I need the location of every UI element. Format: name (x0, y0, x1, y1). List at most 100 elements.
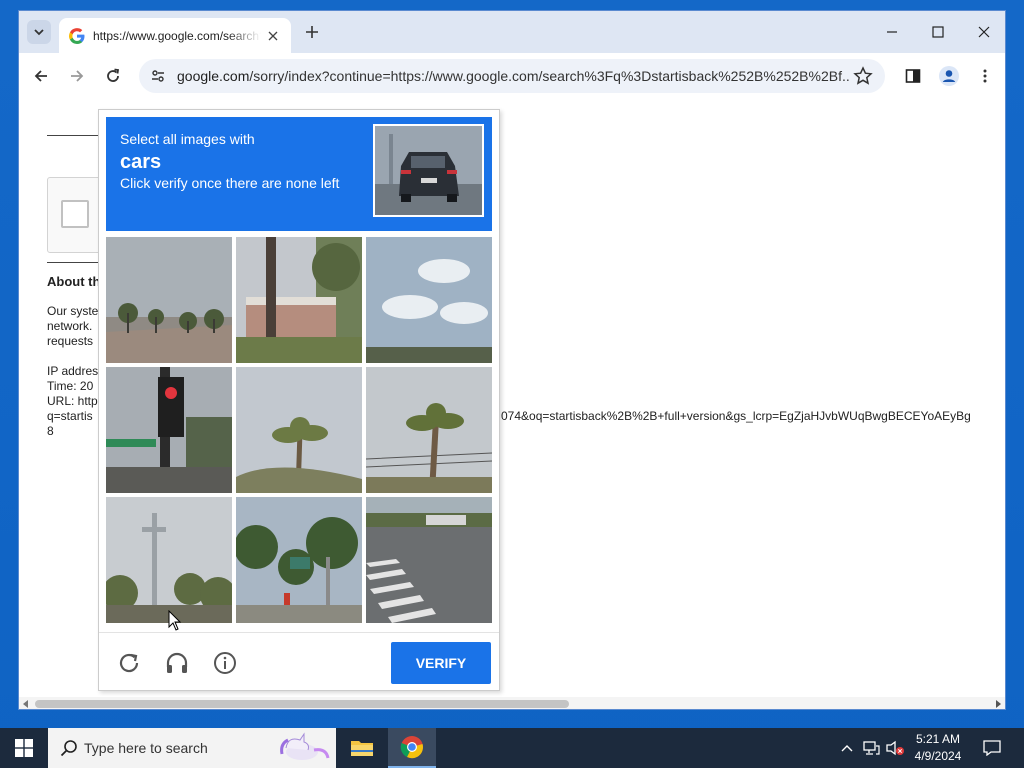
plus-icon (306, 26, 318, 38)
search-icon (60, 740, 77, 757)
arrow-right-icon (71, 70, 84, 82)
browser-toolbar: google.com/sorry/index?continue=https://… (19, 53, 1005, 99)
mouse-cursor-icon (168, 610, 182, 631)
scroll-left-icon[interactable] (22, 700, 30, 708)
maximize-button[interactable] (923, 19, 953, 45)
body-text-line: requests (47, 334, 94, 348)
target-object: cars (120, 151, 162, 173)
start-button[interactable] (0, 728, 48, 768)
image-tile[interactable] (106, 367, 232, 493)
search-placeholder: Type here to search (84, 740, 208, 756)
image-tile[interactable] (366, 497, 492, 623)
recaptcha-challenge: Select all images with cars Click verify… (98, 109, 500, 691)
body-text-line: Our syste (47, 304, 99, 318)
image-tile[interactable] (106, 237, 232, 363)
close-icon (268, 31, 278, 41)
taskbar: Type here to search 5:21 AM 4/9/2024 (0, 728, 1024, 768)
windows-logo-icon (15, 739, 33, 757)
tile-trees-road-sign-image (236, 497, 362, 623)
image-tile[interactable] (106, 497, 232, 623)
url-path: /sorry/index?continue=https://www.google… (249, 68, 849, 84)
tab-search-button[interactable] (27, 20, 51, 44)
clock[interactable]: 5:21 AM 4/9/2024 (908, 731, 968, 765)
image-tile[interactable] (236, 367, 362, 493)
info-icon (214, 652, 236, 674)
reload-icon (107, 68, 120, 82)
close-window-button[interactable] (969, 19, 999, 45)
tile-palm-tree-sky-image (236, 367, 362, 493)
page-viewport: About th Our syste network. requests IP … (19, 99, 1005, 709)
instruction-subtext: Click verify once there are none left (120, 175, 340, 191)
kebab-menu-icon (983, 69, 987, 83)
info-button[interactable] (211, 649, 239, 677)
network-status-button[interactable] (860, 728, 882, 768)
body-text-line: 8 (47, 424, 54, 438)
volume-button[interactable] (884, 728, 906, 768)
notification-icon (983, 740, 1001, 756)
tab-title: https://www.google.com/search?q=startisb… (93, 28, 261, 43)
new-tab-button[interactable] (301, 21, 323, 43)
query-line: q=startis (47, 409, 93, 423)
challenge-footer: VERIFY (99, 632, 499, 692)
back-button[interactable] (29, 64, 53, 88)
tile-pole-and-building-image (236, 237, 362, 363)
notification-center-button[interactable] (978, 728, 1006, 768)
url-text: google.com/sorry/index?continue=https://… (177, 68, 849, 84)
image-tile[interactable] (366, 237, 492, 363)
reload-challenge-button[interactable] (115, 649, 143, 677)
time-line: Time: 20 (47, 379, 94, 393)
scrollbar-thumb[interactable] (35, 700, 569, 708)
image-tile[interactable] (236, 237, 362, 363)
refresh-icon (119, 653, 139, 673)
tab-close-button[interactable] (265, 28, 281, 44)
show-hidden-icons-button[interactable] (838, 728, 856, 768)
image-grid (106, 237, 492, 623)
instruction-text: Select all images with (120, 131, 255, 147)
browser-tab[interactable]: https://www.google.com/search?q=startisb… (59, 18, 291, 53)
clock-time: 5:21 AM (915, 732, 961, 746)
profile-button[interactable] (937, 64, 961, 88)
bookmark-star-icon[interactable] (853, 66, 873, 86)
audio-challenge-button[interactable] (163, 649, 191, 677)
google-favicon-icon (69, 27, 85, 44)
tile-crosswalk-image (366, 497, 492, 623)
menu-button[interactable] (973, 64, 997, 88)
horizontal-scrollbar[interactable] (19, 697, 1005, 709)
tab-strip: https://www.google.com/search?q=startisb… (19, 11, 1005, 53)
image-tile[interactable] (236, 497, 362, 623)
ip-address-line: IP addres (47, 364, 99, 378)
tile-palm-tree-wires-image (366, 367, 492, 493)
forward-button[interactable] (65, 64, 89, 88)
browser-window: https://www.google.com/search?q=startisb… (18, 10, 1006, 710)
car-rear-image (375, 126, 482, 215)
address-bar[interactable]: google.com/sorry/index?continue=https://… (139, 59, 885, 93)
speaker-muted-icon (886, 740, 904, 756)
headphones-icon (166, 652, 188, 673)
chevron-up-icon (841, 745, 853, 752)
tile-street-pole-trees-image (106, 497, 232, 623)
unicorn-highlight-icon (280, 732, 330, 760)
image-tile[interactable] (366, 367, 492, 493)
maximize-icon (932, 26, 944, 38)
scroll-right-icon[interactable] (994, 700, 1002, 708)
clock-date: 4/9/2024 (914, 749, 962, 763)
network-icon (863, 741, 880, 755)
chrome-icon (400, 736, 423, 759)
folder-icon (351, 741, 373, 756)
verify-button[interactable]: VERIFY (391, 642, 491, 684)
site-info-button[interactable] (143, 61, 173, 91)
recaptcha-checkbox[interactable] (61, 200, 89, 228)
sample-image-car (373, 124, 484, 217)
avatar-icon (939, 66, 959, 86)
reload-button[interactable] (101, 64, 125, 88)
file-explorer-taskbar-button[interactable] (338, 728, 386, 768)
tile-traffic-light-image (106, 367, 232, 493)
body-text-line: network. (47, 319, 93, 333)
taskbar-search-box[interactable]: Type here to search (48, 728, 336, 768)
side-panel-icon (905, 69, 921, 83)
minimize-button[interactable] (877, 19, 907, 45)
chrome-taskbar-button[interactable] (388, 728, 436, 768)
side-panel-button[interactable] (901, 64, 925, 88)
chevron-down-icon (34, 29, 44, 36)
challenge-header: Select all images with cars Click verify… (106, 117, 492, 231)
